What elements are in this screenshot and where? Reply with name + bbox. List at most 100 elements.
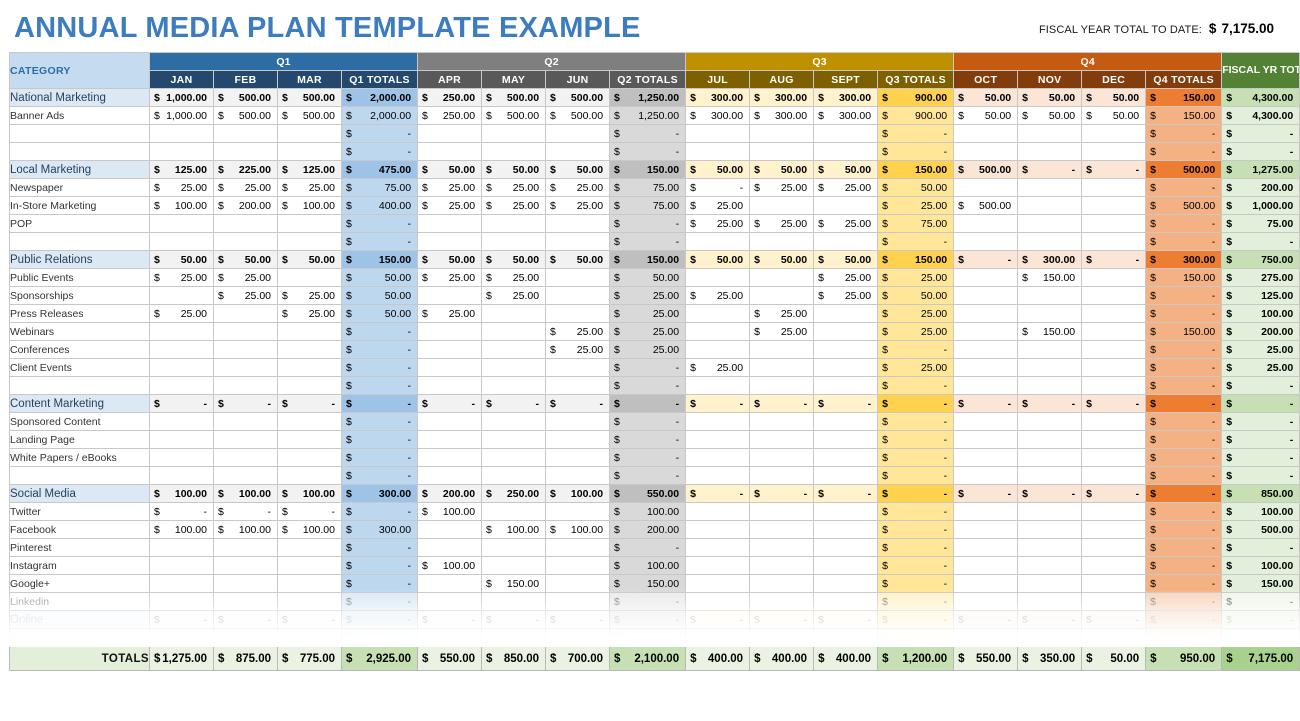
cell-q3-month-1[interactable] — [685, 520, 751, 539]
cell-q1-month-3[interactable] — [277, 124, 342, 143]
cell-q1-month-3[interactable]: $ - — [277, 394, 342, 413]
cell-q4-month-2[interactable] — [1017, 574, 1083, 593]
cell-q2-total[interactable]: $ - — [609, 232, 687, 251]
cell-q2-month-1[interactable]: $250.00 — [417, 88, 483, 107]
cell-q2-total[interactable]: $1,250.00 — [609, 106, 687, 125]
cell-q4-month-3[interactable] — [1081, 502, 1147, 521]
cell-q2-month-2[interactable]: $50.00 — [481, 160, 547, 179]
cell-q1-month-2[interactable] — [213, 142, 278, 161]
cell-q1-month-3[interactable]: $25.00 — [277, 178, 342, 197]
cell-q1-month-3[interactable] — [277, 628, 342, 647]
cell-q4-month-2[interactable] — [1017, 520, 1083, 539]
cell-q3-total[interactable]: $ - — [877, 502, 955, 521]
cell-q4-total[interactable]: $ - — [1145, 520, 1223, 539]
cell-q1-total[interactable]: $ - — [340, 142, 419, 161]
cell-q4-month-2[interactable] — [1017, 448, 1083, 467]
cell-q4-month-2[interactable] — [1017, 232, 1083, 251]
row-label-item[interactable]: Linkedin — [9, 592, 150, 611]
cell-q1-month-2[interactable]: $100.00 — [213, 520, 278, 539]
cell-q2-month-2[interactable]: $50.00 — [481, 250, 547, 269]
cell-q2-month-1[interactable] — [417, 322, 483, 341]
cell-q2-total[interactable]: $ - — [609, 394, 687, 413]
cell-fy-total[interactable]: $25.00 — [1221, 340, 1300, 359]
cell-q2-total[interactable]: $ - — [609, 628, 687, 647]
cell-q3-total[interactable]: $ - — [877, 394, 955, 413]
cell-q4-month-1[interactable] — [953, 430, 1019, 449]
cell-q1-month-1[interactable]: $1,000.00 — [149, 88, 214, 107]
cell-q3-month-3[interactable]: $25.00 — [813, 214, 879, 233]
cell-q4-month-3[interactable] — [1081, 358, 1147, 377]
cell-q3-month-1[interactable] — [685, 124, 751, 143]
cell-q2-month-3[interactable]: $25.00 — [545, 196, 611, 215]
cell-q3-total[interactable]: $ - — [877, 466, 955, 485]
cell-q2-total[interactable]: $ - — [609, 538, 687, 557]
cell-q1-month-1[interactable] — [149, 556, 214, 575]
cell-q1-month-1[interactable] — [149, 412, 214, 431]
row-label-item[interactable]: POP — [9, 214, 150, 233]
cell-q1-month-2[interactable] — [213, 592, 278, 611]
cell-q2-month-1[interactable]: $100.00 — [417, 556, 483, 575]
cell-q2-month-3[interactable] — [545, 124, 611, 143]
cell-q2-total[interactable]: $25.00 — [609, 286, 687, 305]
cell-q3-month-3[interactable] — [813, 574, 879, 593]
cell-q1-month-3[interactable] — [277, 232, 342, 251]
cell-q1-month-1[interactable] — [149, 286, 214, 305]
cell-q1-month-1[interactable] — [149, 448, 214, 467]
cell-q3-month-2[interactable]: $300.00 — [749, 106, 815, 125]
cell-q1-month-1[interactable]: $ - — [149, 394, 214, 413]
cell-q4-month-2[interactable] — [1017, 178, 1083, 197]
cell-q2-month-2[interactable] — [481, 142, 547, 161]
cell-q3-month-2[interactable] — [749, 124, 815, 143]
cell-q1-month-3[interactable]: $500.00 — [277, 106, 342, 125]
cell-q3-month-2[interactable] — [749, 520, 815, 539]
cell-q1-month-3[interactable] — [277, 412, 342, 431]
cell-q1-total[interactable]: $ - — [340, 430, 419, 449]
cell-q1-month-2[interactable] — [213, 376, 278, 395]
cell-q1-total[interactable]: $50.00 — [340, 304, 419, 323]
cell-q1-month-2[interactable]: $25.00 — [213, 268, 278, 287]
cell-q3-month-3[interactable] — [813, 412, 879, 431]
cell-q2-month-2[interactable] — [481, 538, 547, 557]
cell-q1-month-1[interactable]: $125.00 — [149, 160, 214, 179]
cell-q4-month-1[interactable] — [953, 286, 1019, 305]
cell-q2-month-3[interactable]: $100.00 — [545, 520, 611, 539]
cell-q3-month-1[interactable] — [685, 628, 751, 647]
cell-q3-month-1[interactable]: $300.00 — [685, 88, 751, 107]
cell-q4-month-3[interactable] — [1081, 376, 1147, 395]
cell-q1-total[interactable]: $ - — [340, 502, 419, 521]
cell-q2-month-1[interactable] — [417, 520, 483, 539]
cell-q4-month-2[interactable]: $150.00 — [1017, 268, 1083, 287]
cell-q1-month-2[interactable]: $500.00 — [213, 88, 278, 107]
cell-q4-month-2[interactable] — [1017, 556, 1083, 575]
cell-q4-month-1[interactable] — [953, 412, 1019, 431]
cell-q4-month-1[interactable]: $ - — [953, 394, 1019, 413]
cell-q2-month-2[interactable]: $25.00 — [481, 178, 547, 197]
cell-q4-total[interactable]: $150.00 — [1145, 88, 1223, 107]
cell-q4-total[interactable]: $ - — [1145, 286, 1223, 305]
cell-q2-month-1[interactable] — [417, 358, 483, 377]
cell-fy-total[interactable]: $ - — [1221, 142, 1300, 161]
row-label-item[interactable]: Press Releases — [9, 304, 150, 323]
cell-q1-month-3[interactable]: $100.00 — [277, 520, 342, 539]
cell-q1-month-3[interactable]: $50.00 — [277, 250, 342, 269]
cell-q2-total[interactable]: $ - — [609, 610, 687, 629]
cell-q4-month-1[interactable] — [953, 448, 1019, 467]
cell-q4-month-3[interactable] — [1081, 592, 1147, 611]
cell-q1-total[interactable]: $400.00 — [340, 196, 419, 215]
cell-fy-total[interactable]: $4,300.00 — [1221, 88, 1300, 107]
cell-q3-total[interactable]: $75.00 — [877, 214, 955, 233]
cell-q3-total[interactable]: $ - — [877, 376, 955, 395]
cell-q2-total[interactable]: $ - — [609, 412, 687, 431]
cell-q1-month-2[interactable] — [213, 628, 278, 647]
cell-q3-month-3[interactable] — [813, 538, 879, 557]
cell-q2-month-2[interactable] — [481, 358, 547, 377]
cell-q1-month-2[interactable] — [213, 322, 278, 341]
cell-q1-month-2[interactable] — [213, 412, 278, 431]
cell-fy-total[interactable]: $ - — [1221, 232, 1300, 251]
cell-q1-month-2[interactable] — [213, 448, 278, 467]
cell-q2-month-1[interactable]: $25.00 — [417, 196, 483, 215]
cell-fy-total[interactable]: $4,300.00 — [1221, 106, 1300, 125]
row-label-item[interactable]: Webinars — [9, 322, 150, 341]
cell-q1-total[interactable]: $ - — [340, 628, 419, 647]
row-label-item[interactable] — [9, 466, 150, 485]
